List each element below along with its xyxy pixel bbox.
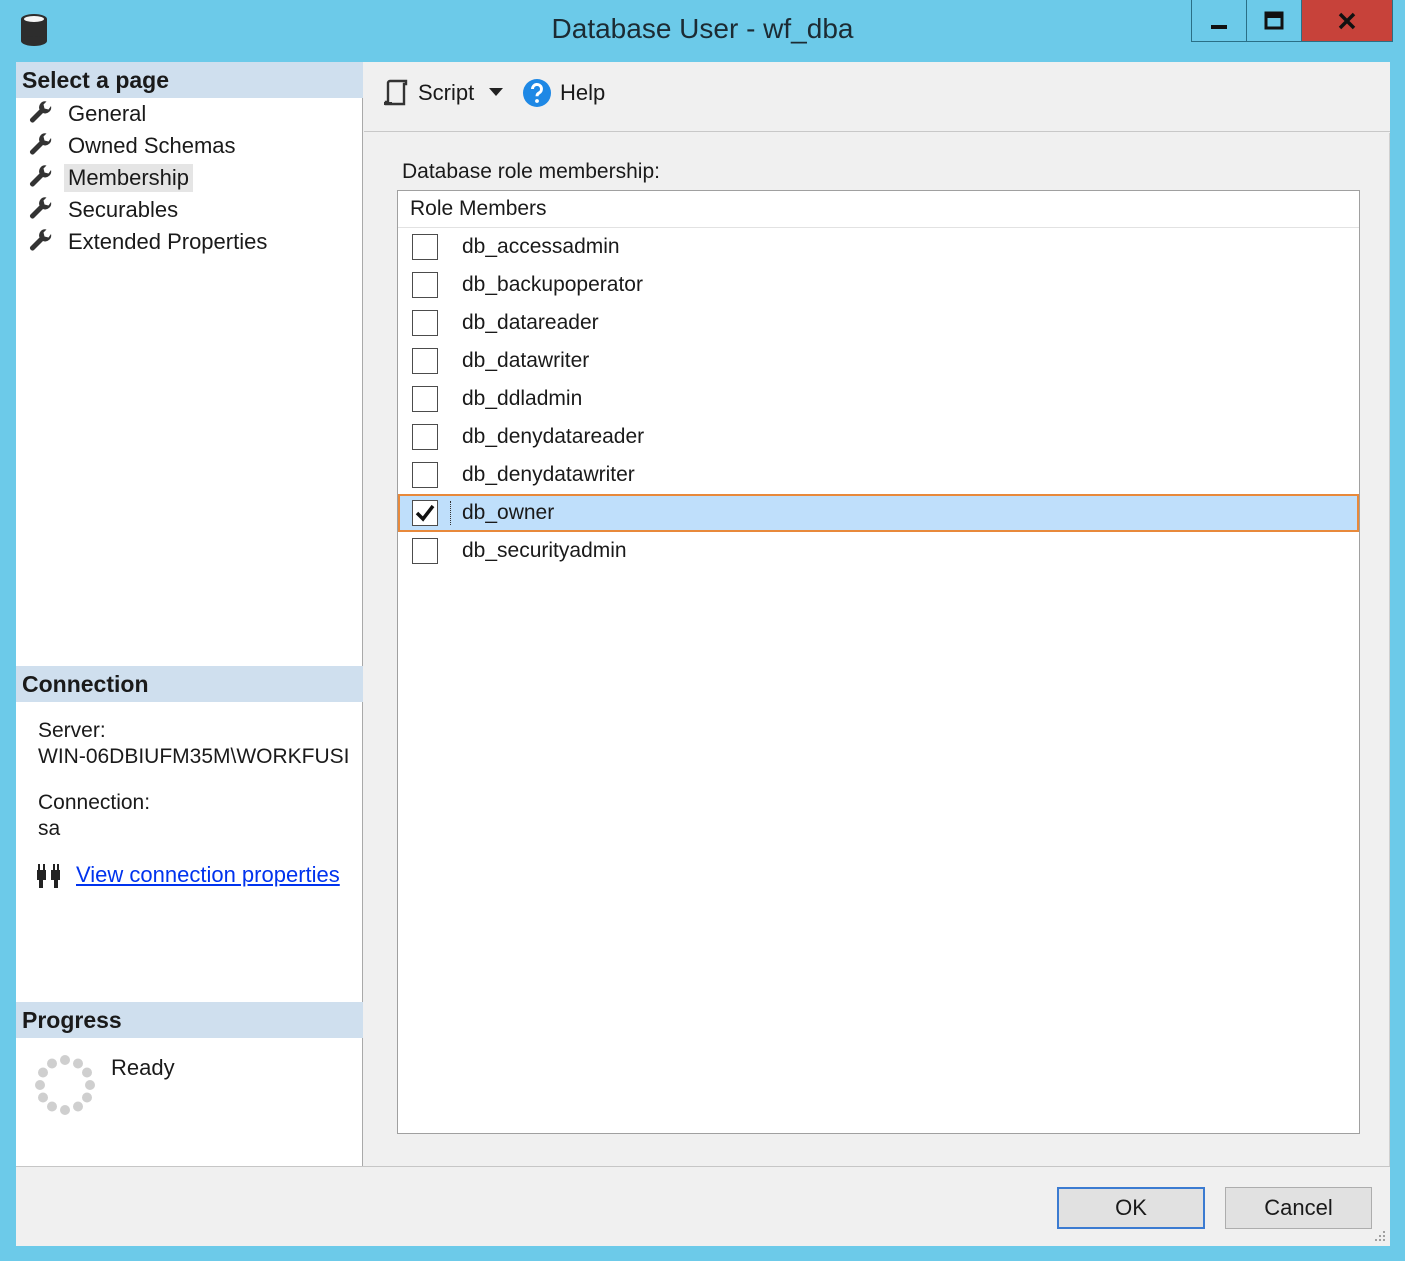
nav-item-general[interactable]: General — [28, 98, 271, 130]
nav-item-label: Securables — [68, 197, 179, 222]
toolbar: Script Help — [364, 62, 1390, 132]
script-icon — [384, 79, 408, 106]
role-row-db-backupoperator[interactable]: db_backupoperator — [398, 266, 1359, 304]
view-connection-properties: View connection properties — [34, 860, 340, 890]
dropdown-arrow-icon — [489, 88, 503, 96]
server-info: Server: WIN-06DBIUFM35M\WORKFUSI — [38, 718, 363, 770]
minimize-button[interactable] — [1192, 0, 1247, 41]
role-row-db-datareader[interactable]: db_datareader — [398, 304, 1359, 342]
minimize-icon — [1211, 24, 1227, 29]
role-checkbox[interactable] — [412, 424, 438, 450]
role-row-db-datawriter[interactable]: db_datawriter — [398, 342, 1359, 380]
role-checkbox[interactable] — [412, 348, 438, 374]
role-name: db_datareader — [462, 311, 599, 334]
help-button[interactable]: Help — [522, 78, 605, 108]
title-bar[interactable]: Database User - wf_dba — [0, 0, 1405, 60]
wrench-icon — [29, 165, 52, 187]
page-nav-list: General Owned Schemas Membership Securab… — [28, 98, 271, 258]
server-label: Server: — [38, 719, 106, 742]
server-value: WIN-06DBIUFM35M\WORKFUSI — [38, 745, 350, 768]
nav-item-label: Extended Properties — [68, 229, 268, 254]
role-checkbox[interactable] — [412, 538, 438, 564]
role-row-db-denydatawriter[interactable]: db_denydatawriter — [398, 456, 1359, 494]
role-name: db_datawriter — [462, 349, 590, 372]
progress-status: Ready — [111, 1055, 175, 1080]
connection-plug-icon — [37, 864, 60, 888]
role-name: db_ddladmin — [462, 387, 583, 410]
maximize-icon — [1264, 11, 1284, 29]
connection-label: Connection: — [38, 791, 151, 814]
nav-item-label: Owned Schemas — [68, 133, 236, 158]
role-row-db-accessadmin[interactable]: db_accessadmin — [398, 228, 1359, 266]
maximize-button[interactable] — [1247, 0, 1302, 41]
role-checkbox-checked[interactable] — [412, 500, 438, 526]
help-icon — [523, 79, 551, 107]
left-pane: Select a page General Owned Schemas Memb… — [16, 62, 363, 1166]
role-checkbox[interactable] — [412, 462, 438, 488]
wrench-icon — [29, 101, 52, 123]
role-checkbox[interactable] — [412, 272, 438, 298]
dialog-frame: Select a page General Owned Schemas Memb… — [16, 62, 1390, 1246]
wrench-icon — [29, 229, 52, 251]
wrench-icon — [29, 197, 52, 219]
connection-info: Connection: sa — [38, 790, 150, 842]
membership-page: Database role membership: Role Members d… — [364, 133, 1390, 1166]
role-name: db_securityadmin — [462, 539, 627, 562]
cancel-button[interactable]: Cancel — [1225, 1187, 1372, 1229]
ok-button[interactable]: OK — [1057, 1187, 1205, 1229]
role-name: db_accessadmin — [462, 235, 620, 258]
window-controls — [1191, 0, 1393, 42]
nav-item-label: Membership — [64, 164, 194, 192]
progress-header: Progress — [16, 1002, 363, 1038]
close-button[interactable] — [1302, 0, 1392, 41]
nav-item-owned-schemas[interactable]: Owned Schemas — [28, 130, 271, 162]
connection-value: sa — [38, 817, 61, 840]
role-row-db-denydatareader[interactable]: db_denydatareader — [398, 418, 1359, 456]
role-row-db-securityadmin[interactable]: db_securityadmin — [398, 532, 1359, 570]
role-checkbox[interactable] — [412, 386, 438, 412]
role-checkbox[interactable] — [412, 310, 438, 336]
right-pane: Script Help Database role membership: Ro… — [364, 62, 1390, 1166]
help-label: Help — [560, 80, 606, 105]
role-members-list[interactable]: Role Members db_accessadmin db_backupope… — [397, 190, 1360, 1134]
spinner-icon — [35, 1055, 95, 1115]
script-label: Script — [418, 80, 475, 105]
script-dropdown[interactable] — [488, 84, 504, 100]
view-connection-properties-link[interactable]: View connection properties — [76, 862, 340, 888]
checkmark-icon — [415, 504, 435, 522]
role-membership-label: Database role membership: — [402, 160, 660, 183]
nav-item-label: General — [68, 101, 147, 126]
nav-item-extended-properties[interactable]: Extended Properties — [28, 226, 271, 258]
dialog-footer: OK Cancel — [16, 1166, 1390, 1246]
close-icon — [1338, 12, 1356, 29]
script-button[interactable]: Script — [382, 78, 474, 108]
role-row-db-ddladmin[interactable]: db_ddladmin — [398, 380, 1359, 418]
select-page-header: Select a page — [16, 62, 363, 98]
role-name: db_denydatareader — [462, 425, 645, 448]
wrench-icon — [29, 133, 52, 155]
role-name: db_backupoperator — [462, 273, 643, 296]
nav-item-membership[interactable]: Membership — [28, 162, 271, 194]
role-name: db_owner — [450, 501, 554, 525]
resize-grip-icon[interactable] — [1372, 1228, 1386, 1242]
connection-header: Connection — [16, 666, 363, 702]
role-checkbox[interactable] — [412, 234, 438, 260]
nav-item-securables[interactable]: Securables — [28, 194, 271, 226]
role-row-db-owner[interactable]: db_owner — [398, 494, 1359, 532]
role-name: db_denydatawriter — [462, 463, 635, 486]
role-members-column-header[interactable]: Role Members — [398, 191, 1359, 228]
